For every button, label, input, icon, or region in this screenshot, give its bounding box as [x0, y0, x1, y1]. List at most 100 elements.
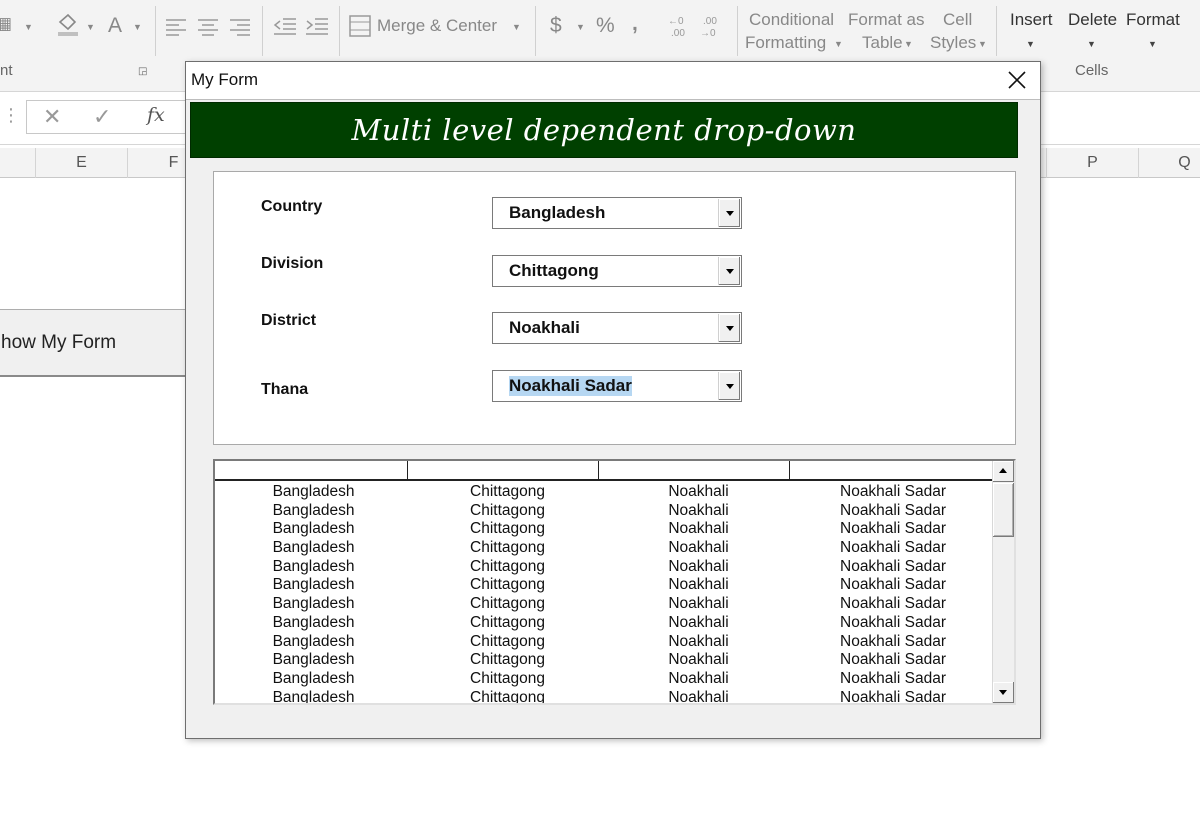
- list-cell: Chittagong: [470, 669, 545, 687]
- list-cell: Noakhali Sadar: [840, 557, 946, 575]
- form-titlebar[interactable]: My Form: [186, 62, 1040, 100]
- insert-button[interactable]: Insert: [1010, 10, 1053, 30]
- show-my-form-button[interactable]: how My Form: [0, 309, 190, 377]
- dialog-launcher-icon[interactable]: ◲: [138, 66, 147, 77]
- thana-combobox[interactable]: Noakhali Sadar: [492, 370, 742, 402]
- chevron-down-icon[interactable]: ▼: [512, 22, 521, 32]
- list-cell: Noakhali: [668, 651, 729, 669]
- cancel-icon[interactable]: ✕: [43, 104, 61, 130]
- list-item[interactable]: Bangladesh Chittagong Noakhali Noakhali Sad…: [215, 614, 992, 633]
- percent-button[interactable]: %: [596, 14, 615, 38]
- more-options-icon[interactable]: ⋮: [2, 105, 20, 126]
- list-cell: Bangladesh: [272, 539, 355, 557]
- decrease-indent-icon[interactable]: [273, 17, 297, 42]
- list-cell: Bangladesh: [272, 688, 355, 705]
- listbox-header-cell: [599, 461, 790, 480]
- results-listbox[interactable]: Bangladesh Chittagong Noakhali Noakhali Sad…: [213, 459, 1016, 705]
- listbox-scrollbar[interactable]: [992, 461, 1014, 703]
- column-header-q[interactable]: Q: [1139, 148, 1200, 178]
- division-combobox[interactable]: Chittagong: [492, 255, 742, 287]
- conditional-formatting-label-2[interactable]: Formatting: [745, 33, 826, 53]
- cell-styles-label[interactable]: Cell: [943, 10, 972, 30]
- chevron-down-icon[interactable]: ▼: [834, 39, 843, 49]
- chevron-down-icon[interactable]: ▼: [133, 22, 142, 32]
- chevron-down-icon[interactable]: ▼: [904, 39, 913, 49]
- list-cell: Noakhali: [668, 501, 729, 519]
- merge-center-button[interactable]: Merge & Center: [377, 16, 497, 36]
- dropdown-arrow-icon[interactable]: [718, 199, 740, 227]
- chevron-down-icon[interactable]: ▼: [24, 22, 33, 32]
- conditional-formatting-label[interactable]: Conditional: [749, 10, 834, 30]
- list-item[interactable]: Bangladesh Chittagong Noakhali Noakhali Sad…: [215, 633, 992, 652]
- district-label: District: [261, 312, 317, 329]
- list-cell: Noakhali Sadar: [840, 613, 946, 631]
- list-item[interactable]: Bangladesh Chittagong Noakhali Noakhali Sad…: [215, 539, 992, 558]
- list-cell: Chittagong: [470, 651, 545, 669]
- ribbon-separator: [535, 6, 536, 56]
- list-item[interactable]: Bangladesh Chittagong Noakhali Noakhali Sad…: [215, 558, 992, 577]
- list-cell: Chittagong: [470, 557, 545, 575]
- list-cell: Noakhali Sadar: [840, 501, 946, 519]
- thana-value: Noakhali Sadar: [509, 376, 632, 396]
- column-header-e[interactable]: E: [36, 148, 128, 178]
- chevron-down-icon[interactable]: ▼: [576, 22, 585, 32]
- chevron-down-icon[interactable]: ▼: [86, 22, 95, 32]
- enter-icon[interactable]: ✓: [93, 104, 111, 130]
- delete-button[interactable]: Delete: [1068, 10, 1117, 30]
- comma-style-button[interactable]: ,: [632, 12, 638, 36]
- chevron-down-icon[interactable]: ▼: [978, 39, 987, 49]
- list-cell: Chittagong: [470, 520, 545, 538]
- country-combobox[interactable]: Bangladesh: [492, 197, 742, 229]
- list-cell: Noakhali: [668, 539, 729, 557]
- form-title: My Form: [191, 70, 259, 89]
- align-center-icon[interactable]: [197, 18, 219, 41]
- division-label: Division: [261, 255, 324, 272]
- svg-text:.00: .00: [671, 28, 685, 39]
- increase-decimal-icon[interactable]: ←0.00: [668, 13, 694, 44]
- font-color-icon[interactable]: A: [108, 14, 122, 38]
- list-cell: Bangladesh: [272, 520, 355, 538]
- dropdown-arrow-icon[interactable]: [718, 314, 740, 342]
- dropdown-arrow-icon[interactable]: [718, 257, 740, 285]
- list-cell: Chittagong: [470, 483, 545, 500]
- list-item[interactable]: Bangladesh Chittagong Noakhali Noakhali Sad…: [215, 670, 992, 689]
- district-combobox[interactable]: Noakhali: [492, 312, 742, 344]
- ribbon-separator: [262, 6, 263, 56]
- list-item[interactable]: Bangladesh Chittagong Noakhali Noakhali Sad…: [215, 651, 992, 670]
- fill-color-icon[interactable]: [56, 12, 80, 43]
- borders-icon[interactable]: ▦: [0, 14, 12, 34]
- list-item[interactable]: Bangladesh Chittagong Noakhali Noakhali Sad…: [215, 502, 992, 521]
- align-left-icon[interactable]: [165, 18, 187, 41]
- chevron-down-icon[interactable]: ▼: [1087, 39, 1096, 49]
- cell-styles-label-2[interactable]: Styles: [930, 33, 976, 53]
- format-as-table-label-2[interactable]: Table: [862, 33, 903, 53]
- list-cell: Noakhali: [668, 669, 729, 687]
- format-button[interactable]: Format: [1126, 10, 1180, 30]
- list-item[interactable]: Bangladesh Chittagong Noakhali Noakhali Sad…: [215, 595, 992, 614]
- dropdown-arrow-icon[interactable]: [718, 372, 740, 400]
- close-icon: [1008, 71, 1026, 89]
- scroll-thumb[interactable]: [993, 483, 1014, 537]
- align-right-icon[interactable]: [229, 18, 251, 41]
- chevron-down-icon[interactable]: ▼: [1148, 39, 1157, 49]
- scroll-up-icon[interactable]: [993, 461, 1014, 482]
- list-item[interactable]: Bangladesh Chittagong Noakhali Noakhali Sad…: [215, 576, 992, 595]
- insert-function-icon[interactable]: fx: [147, 104, 165, 126]
- column-header-p[interactable]: P: [1046, 148, 1139, 178]
- listbox-rows: Bangladesh Chittagong Noakhali Noakhali Sad…: [215, 483, 992, 705]
- increase-indent-icon[interactable]: [305, 17, 329, 42]
- list-item[interactable]: Bangladesh Chittagong Noakhali Noakhali Sad…: [215, 483, 992, 502]
- chevron-down-icon[interactable]: ▼: [1026, 39, 1035, 49]
- list-item[interactable]: Bangladesh Chittagong Noakhali Noakhali Sad…: [215, 520, 992, 539]
- list-cell: Chittagong: [470, 632, 545, 650]
- list-item[interactable]: Bangladesh Chittagong Noakhali Noakhali Sad…: [215, 688, 992, 705]
- list-cell: Noakhali Sadar: [840, 688, 946, 705]
- column-header[interactable]: [0, 148, 36, 178]
- currency-button[interactable]: $: [550, 14, 562, 38]
- close-button[interactable]: [994, 62, 1040, 99]
- scroll-down-icon[interactable]: [993, 682, 1014, 703]
- thana-label: Thana: [261, 381, 309, 398]
- format-as-table-label[interactable]: Format as: [848, 10, 925, 30]
- merge-center-icon[interactable]: [349, 15, 371, 42]
- decrease-decimal-icon[interactable]: .00 →0: [700, 13, 726, 44]
